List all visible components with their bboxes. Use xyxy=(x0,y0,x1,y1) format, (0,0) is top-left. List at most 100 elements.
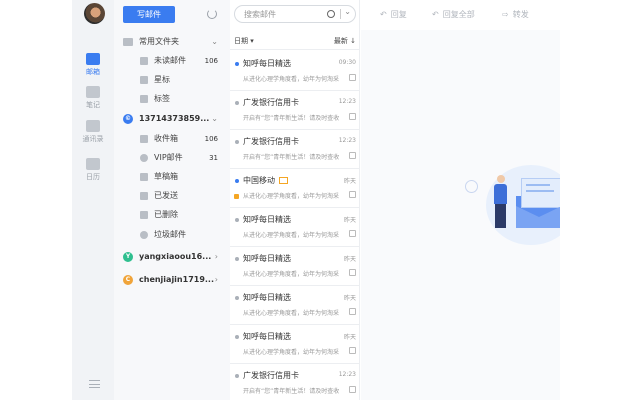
letter-line xyxy=(526,190,554,192)
mail-snippet: 从进化心理学角度看，幼年为何淘采衣... xyxy=(243,76,339,83)
account-item-2[interactable]: Y yangxiaoou16... › xyxy=(114,248,230,266)
read-dot xyxy=(235,218,239,222)
folder-item-star[interactable]: 星标 xyxy=(114,71,230,89)
reply-all-icon: ↶ xyxy=(432,10,439,19)
account-item-1[interactable]: © 13714373859... ⌄ xyxy=(114,110,230,128)
attachment-icon xyxy=(349,152,356,159)
rail-label: 笔记 xyxy=(86,101,100,109)
attachment-icon xyxy=(349,308,356,315)
mail-sender: 中国移动 xyxy=(243,176,275,185)
attachment-icon xyxy=(349,230,356,237)
account-name: yangxiaoou16... xyxy=(139,252,212,261)
search-input[interactable]: 搜索邮件 ⌄ xyxy=(234,5,356,23)
reply-button[interactable]: ↶ 回复 xyxy=(380,9,407,20)
inbox-icon xyxy=(140,135,148,143)
mail-item[interactable]: 知呼每日精选 昨天 从进化心理学角度看，幼年为何淘采衣... xyxy=(230,286,360,325)
account-item-3[interactable]: C chenjiajin1719... › xyxy=(114,271,230,289)
attachment-icon xyxy=(349,269,356,276)
mail-sender: 广发银行信用卡 xyxy=(243,371,299,380)
folder-label: 星标 xyxy=(154,75,170,84)
mail-item[interactable]: 知呼每日精选 昨天 从进化心理学角度看，幼年为何淘采衣... xyxy=(230,325,360,364)
mail-time: 昨天 xyxy=(343,295,356,302)
folder-item-drafts[interactable]: 草稿箱 xyxy=(114,168,230,186)
chevron-down-icon: ⌄ xyxy=(211,114,218,123)
read-dot xyxy=(235,296,239,300)
folder-label: 标签 xyxy=(154,94,170,103)
folder-group-label: 常用文件夹 xyxy=(139,37,179,46)
mail-sender: 知呼每日精选 xyxy=(243,293,291,302)
letter-icon xyxy=(521,178,561,208)
compose-button[interactable]: 写邮件 xyxy=(123,6,175,23)
reply-all-button[interactable]: ↶ 回复全部 xyxy=(432,9,475,20)
search-icon[interactable] xyxy=(327,10,335,18)
sort-label: 最新 xyxy=(333,37,348,45)
contacts-icon xyxy=(86,120,100,132)
avatar[interactable] xyxy=(84,3,105,24)
account-badge: C xyxy=(123,275,133,285)
rail-label: 日历 xyxy=(86,173,100,181)
rail-item-mail[interactable]: 邮箱 xyxy=(72,47,114,77)
mail-time: 昨天 xyxy=(343,256,356,263)
mail-item[interactable]: 知呼每日精选 昨天 从进化心理学角度看，幼年为何淘采衣... xyxy=(230,208,360,247)
draft-icon xyxy=(140,173,148,181)
mail-snippet: 从进化心理学角度看，幼年为何淘采衣... xyxy=(243,310,339,317)
mail-sender: 知呼每日精选 xyxy=(243,59,291,68)
mail-item[interactable]: 广发银行信用卡 12:23 开启有“您”青年新生活！请及时查收... xyxy=(230,130,360,169)
folder-count: 106 xyxy=(204,57,218,65)
mail-snippet: 从进化心理学角度看，幼年为何淘采衣... xyxy=(243,349,339,356)
account-badge: © xyxy=(123,114,133,124)
mail-snippet: 开启有“您”青年新生活！请及时查收... xyxy=(243,388,339,395)
folder-label: 已发送 xyxy=(154,191,178,200)
menu-icon[interactable] xyxy=(89,380,100,388)
mail-item[interactable]: 知呼每日精选 09:30 从进化心理学角度看，幼年为何淘采衣... xyxy=(230,52,360,91)
sort-order[interactable]: 最新 ↓ xyxy=(334,33,356,50)
folder-item-spam[interactable]: 垃圾邮件 xyxy=(114,226,230,244)
refresh-icon[interactable] xyxy=(207,9,217,19)
mail-item[interactable]: 知呼每日精选 昨天 从进化心理学角度看，幼年为何淘采衣... xyxy=(230,247,360,286)
common-folders-header[interactable]: 常用文件夹 ⌄ xyxy=(114,33,230,51)
mail-item[interactable]: 广发银行信用卡 12:23 开启有“您”青年新生活！请及时查收... xyxy=(230,364,360,400)
folder-item-inbox[interactable]: 收件箱 106 xyxy=(114,130,230,148)
rail-item-calendar[interactable]: 日历 xyxy=(72,158,114,182)
mail-snippet: 开启有“您”青年新生活！请及时查收... xyxy=(243,115,339,122)
folder-item-unread[interactable]: 未读邮件 106 xyxy=(114,52,230,70)
rail-item-contacts[interactable]: 通讯录 xyxy=(72,120,114,144)
mail-snippet: 开启有“您”青年新生活！请及时查收... xyxy=(243,154,339,161)
mailbox-icon xyxy=(86,53,100,65)
forward-button[interactable]: ⇨ 转发 xyxy=(502,9,529,20)
sort-bar: 日期 ▾ 最新 ↓ xyxy=(230,33,360,50)
mail-item[interactable]: 广发银行信用卡 12:23 开启有“您”青年新生活！请及时查收... xyxy=(230,91,360,130)
unread-icon xyxy=(140,57,148,65)
attachment-icon xyxy=(349,74,356,81)
chevron-right-icon: › xyxy=(214,275,218,284)
unread-dot xyxy=(235,179,239,183)
folder-item-vip[interactable]: VIP邮件 31 xyxy=(114,149,230,167)
person-body xyxy=(494,184,507,204)
read-dot xyxy=(235,140,239,144)
mail-sender: 广发银行信用卡 xyxy=(243,98,299,107)
attachment-icon xyxy=(349,191,356,198)
forward-label: 转发 xyxy=(512,10,529,19)
folder-item-tag[interactable]: 标签 xyxy=(114,90,230,108)
rail-item-notes[interactable]: 笔记 xyxy=(72,86,114,110)
folder-label: 垃圾邮件 xyxy=(154,230,186,239)
mail-sender: 知呼每日精选 xyxy=(243,215,291,224)
folder-item-trash[interactable]: 已删除 xyxy=(114,206,230,224)
unread-dot xyxy=(235,62,239,66)
trash-icon xyxy=(140,211,148,219)
star-icon xyxy=(140,76,148,84)
folder-item-sent[interactable]: 已发送 xyxy=(114,187,230,205)
sort-by-date[interactable]: 日期 ▾ xyxy=(234,33,254,50)
reply-icon: ↶ xyxy=(380,10,387,19)
chevron-down-icon[interactable]: ⌄ xyxy=(344,7,351,16)
envelope-front xyxy=(516,206,562,228)
outer-background xyxy=(560,0,640,400)
attachment-icon xyxy=(349,347,356,354)
mail-sender: 广发银行信用卡 xyxy=(243,137,299,146)
attachment-icon xyxy=(349,386,356,393)
chevron-down-icon: ⌄ xyxy=(211,37,218,46)
mail-sender: 知呼每日精选 xyxy=(243,332,291,341)
flag-icon xyxy=(234,194,239,199)
folder-count: 106 xyxy=(204,135,218,143)
mail-item[interactable]: 中国移动 昨天 从进化心理学角度看，幼年为何淘采衣... xyxy=(230,169,360,208)
